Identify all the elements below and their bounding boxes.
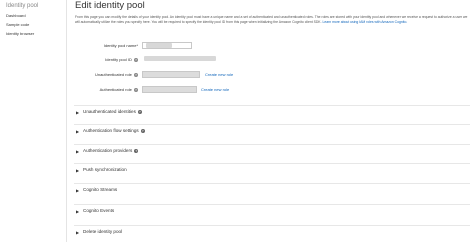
learn-more-link[interactable]: Learn more about using IAM roles with Am… <box>322 20 407 24</box>
description-text: From this page you can modify the detail… <box>75 15 468 24</box>
section-label: Delete identity pool <box>83 229 123 234</box>
help-icon[interactable]: ? <box>134 72 138 77</box>
expand-icon: ▶ <box>76 188 80 193</box>
pool-name-value-redacted <box>146 43 172 48</box>
section-authentication-flow-settings[interactable]: ▶ Authentication flow settings? <box>74 124 470 137</box>
section-label: Authentication providers? <box>83 148 139 153</box>
unauth-role-select[interactable] <box>142 71 200 78</box>
sidebar-item-dashboard[interactable]: Dashboard <box>6 13 26 18</box>
expand-icon: ▶ <box>76 129 80 134</box>
pool-name-label: Identity pool name* <box>103 43 138 48</box>
section-cognito-streams[interactable]: ▶ Cognito Streams <box>74 183 470 196</box>
sidebar: Identity pool Dashboard Sample code Iden… <box>0 0 67 242</box>
unauth-role-label: Unauthenticated role ? <box>78 72 138 77</box>
section-delete-identity-pool[interactable]: ▶ Delete identity pool <box>74 225 470 238</box>
auth-role-label: Authenticated role ? <box>78 87 138 92</box>
section-label: Cognito Events <box>83 208 115 213</box>
pool-name-input[interactable] <box>142 42 192 49</box>
expand-icon: ▶ <box>76 209 80 214</box>
sidebar-title: Identity pool <box>6 3 39 9</box>
section-unauthenticated-identities[interactable]: ▶ Unauthenticated identities? <box>74 105 470 118</box>
help-icon[interactable]: ? <box>134 57 138 62</box>
expand-icon: ▶ <box>76 230 80 235</box>
section-label-text: Authentication providers <box>83 148 133 153</box>
section-label-text: Authentication flow settings <box>83 128 139 133</box>
pool-id-value-redacted <box>144 56 216 61</box>
section-cognito-events[interactable]: ▶ Cognito Events <box>74 204 470 217</box>
section-push-synchronization[interactable]: ▶ Push synchronization <box>74 163 470 176</box>
page-title: Edit identity pool <box>75 0 145 11</box>
auth-role-label-text: Authenticated role <box>99 87 132 92</box>
section-label: Authentication flow settings? <box>83 128 145 133</box>
expand-icon: ▶ <box>76 168 80 173</box>
section-authentication-providers[interactable]: ▶ Authentication providers? <box>74 144 470 157</box>
section-label: Cognito Streams <box>83 187 118 192</box>
page-description: From this page you can modify the detail… <box>75 15 470 25</box>
main-content: Edit identity pool From this page you ca… <box>68 0 474 242</box>
unauth-role-label-text: Unauthenticated role <box>94 72 132 77</box>
sidebar-item-sample-code[interactable]: Sample code <box>6 22 29 27</box>
section-label-text: Unauthenticated identities <box>83 109 136 114</box>
section-label: Unauthenticated identities? <box>83 109 142 114</box>
create-auth-role-link[interactable]: Create new role <box>201 87 229 92</box>
help-icon[interactable]: ? <box>137 109 142 114</box>
create-unauth-role-link[interactable]: Create new role <box>205 72 233 77</box>
pool-id-label: Identity pool ID ? <box>78 57 138 62</box>
section-label: Push synchronization <box>83 167 127 172</box>
help-icon[interactable]: ? <box>134 148 139 153</box>
expand-icon: ▶ <box>76 149 80 154</box>
auth-role-select[interactable] <box>142 86 197 93</box>
pool-id-label-text: Identity pool ID <box>105 57 132 62</box>
expand-icon: ▶ <box>76 110 80 115</box>
help-icon[interactable]: ? <box>140 128 145 133</box>
sidebar-item-identity-browser[interactable]: Identity browser <box>6 31 34 36</box>
help-icon[interactable]: ? <box>134 87 138 92</box>
